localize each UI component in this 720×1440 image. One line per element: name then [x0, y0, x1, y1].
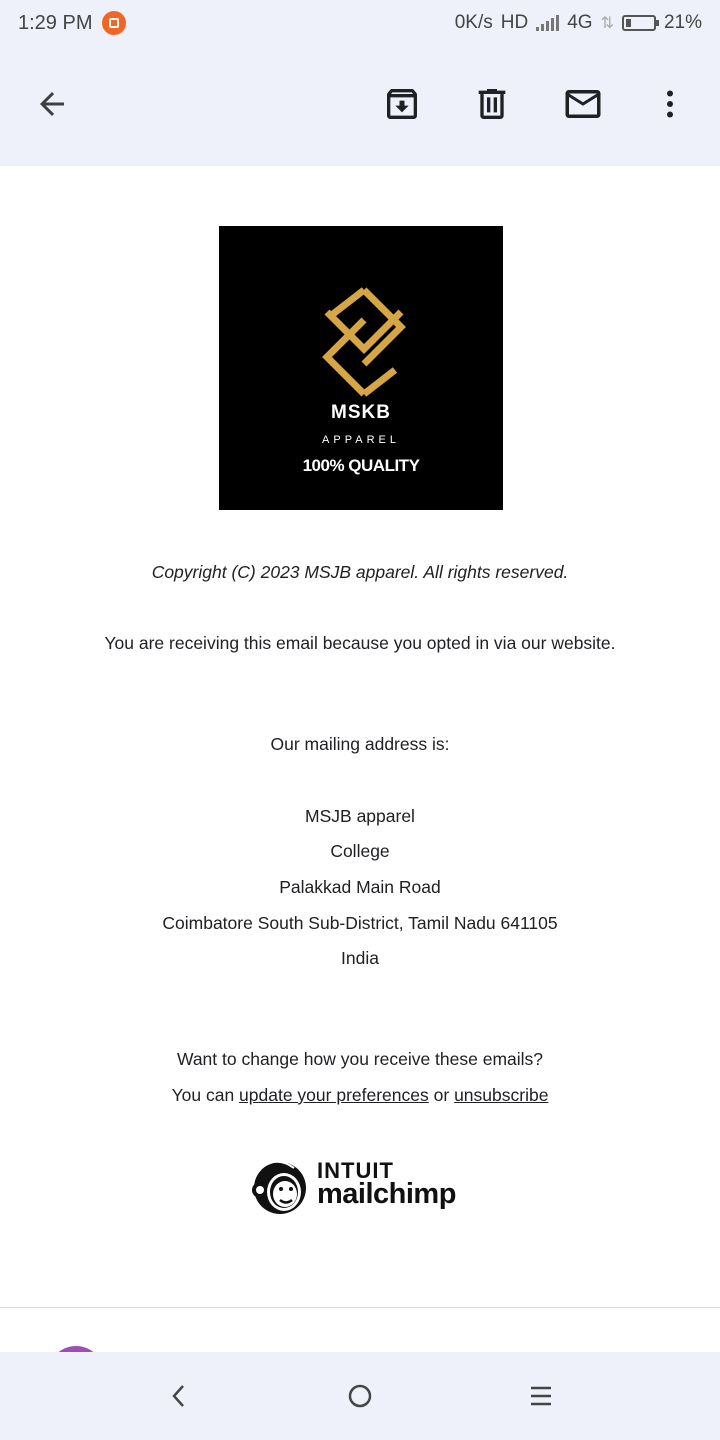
delete-icon [478, 89, 506, 119]
mark-unread-button[interactable] [555, 76, 611, 132]
opt-in-reason: You are receiving this email because you… [104, 633, 616, 653]
archive-icon [387, 89, 417, 119]
brand-name: MSKB [331, 402, 391, 423]
address-line: MSJB apparel [305, 806, 415, 826]
hd-indicator: HD [500, 12, 529, 33]
nav-home-button[interactable] [336, 1374, 384, 1418]
home-nav-icon [348, 1384, 372, 1408]
address-heading: Our mailing address is: [270, 734, 450, 754]
address-line: Palakkad Main Road [279, 877, 441, 897]
email-body: MSKB APPAREL 100% QUALITY Copyright (C) … [0, 166, 720, 1308]
back-nav-icon [172, 1385, 184, 1407]
signal-strength-icon [536, 15, 560, 31]
back-arrow-icon [40, 92, 64, 116]
freddie-chimp-icon [252, 1160, 306, 1214]
delete-button[interactable] [464, 76, 520, 132]
email-toolbar [0, 46, 720, 166]
brand-subtitle: APPAREL [322, 434, 400, 446]
recents-nav-icon [531, 1386, 551, 1406]
mark-unread-icon [565, 90, 601, 118]
preferences-prefix: You can [171, 1085, 240, 1105]
unsubscribe-link[interactable]: unsubscribe [454, 1085, 548, 1105]
battery-percent: 21% [663, 12, 702, 33]
status-bar: 1:29 PM 0K/s HD 4G ⇅ 21% [0, 0, 720, 46]
archive-button[interactable] [374, 76, 430, 132]
back-button[interactable] [24, 76, 80, 132]
nav-back-button[interactable] [155, 1374, 203, 1418]
preferences-or: or [428, 1085, 455, 1105]
next-message-peek [0, 1308, 720, 1352]
network-type: 4G [567, 12, 593, 33]
brand-logo: MSKB APPAREL 100% QUALITY [219, 226, 503, 510]
address-line: Coimbatore South Sub-District, Tamil Nad… [162, 913, 558, 933]
network-speed: 0K/s [454, 12, 493, 33]
nav-recents-button[interactable] [517, 1374, 565, 1418]
address-line: College [330, 841, 390, 861]
mailchimp-logo[interactable]: INTUIT mailchimp [250, 1154, 480, 1218]
address-line: India [341, 948, 379, 968]
brand-tagline: 100% QUALITY [302, 456, 420, 475]
system-nav-bar [0, 1352, 720, 1440]
more-options-button[interactable] [642, 76, 698, 132]
change-prompt: Want to change how you receive these ema… [176, 1049, 544, 1069]
more-options-icon [667, 90, 673, 118]
status-time: 1:29 PM [18, 11, 93, 34]
copyright-text: Copyright (C) 2023 MSJB apparel. All rig… [151, 562, 569, 582]
data-activity-icon: ⇅ [600, 15, 614, 32]
update-preferences-link[interactable]: update your preferences [239, 1085, 429, 1105]
mailchimp-wordmark: mailchimp [317, 1178, 456, 1210]
battery-icon [621, 15, 659, 31]
brand-emblem-icon [322, 287, 406, 397]
notification-app-icon [102, 11, 127, 35]
preferences-line: You can update your preferences or unsub… [0, 1085, 720, 1106]
